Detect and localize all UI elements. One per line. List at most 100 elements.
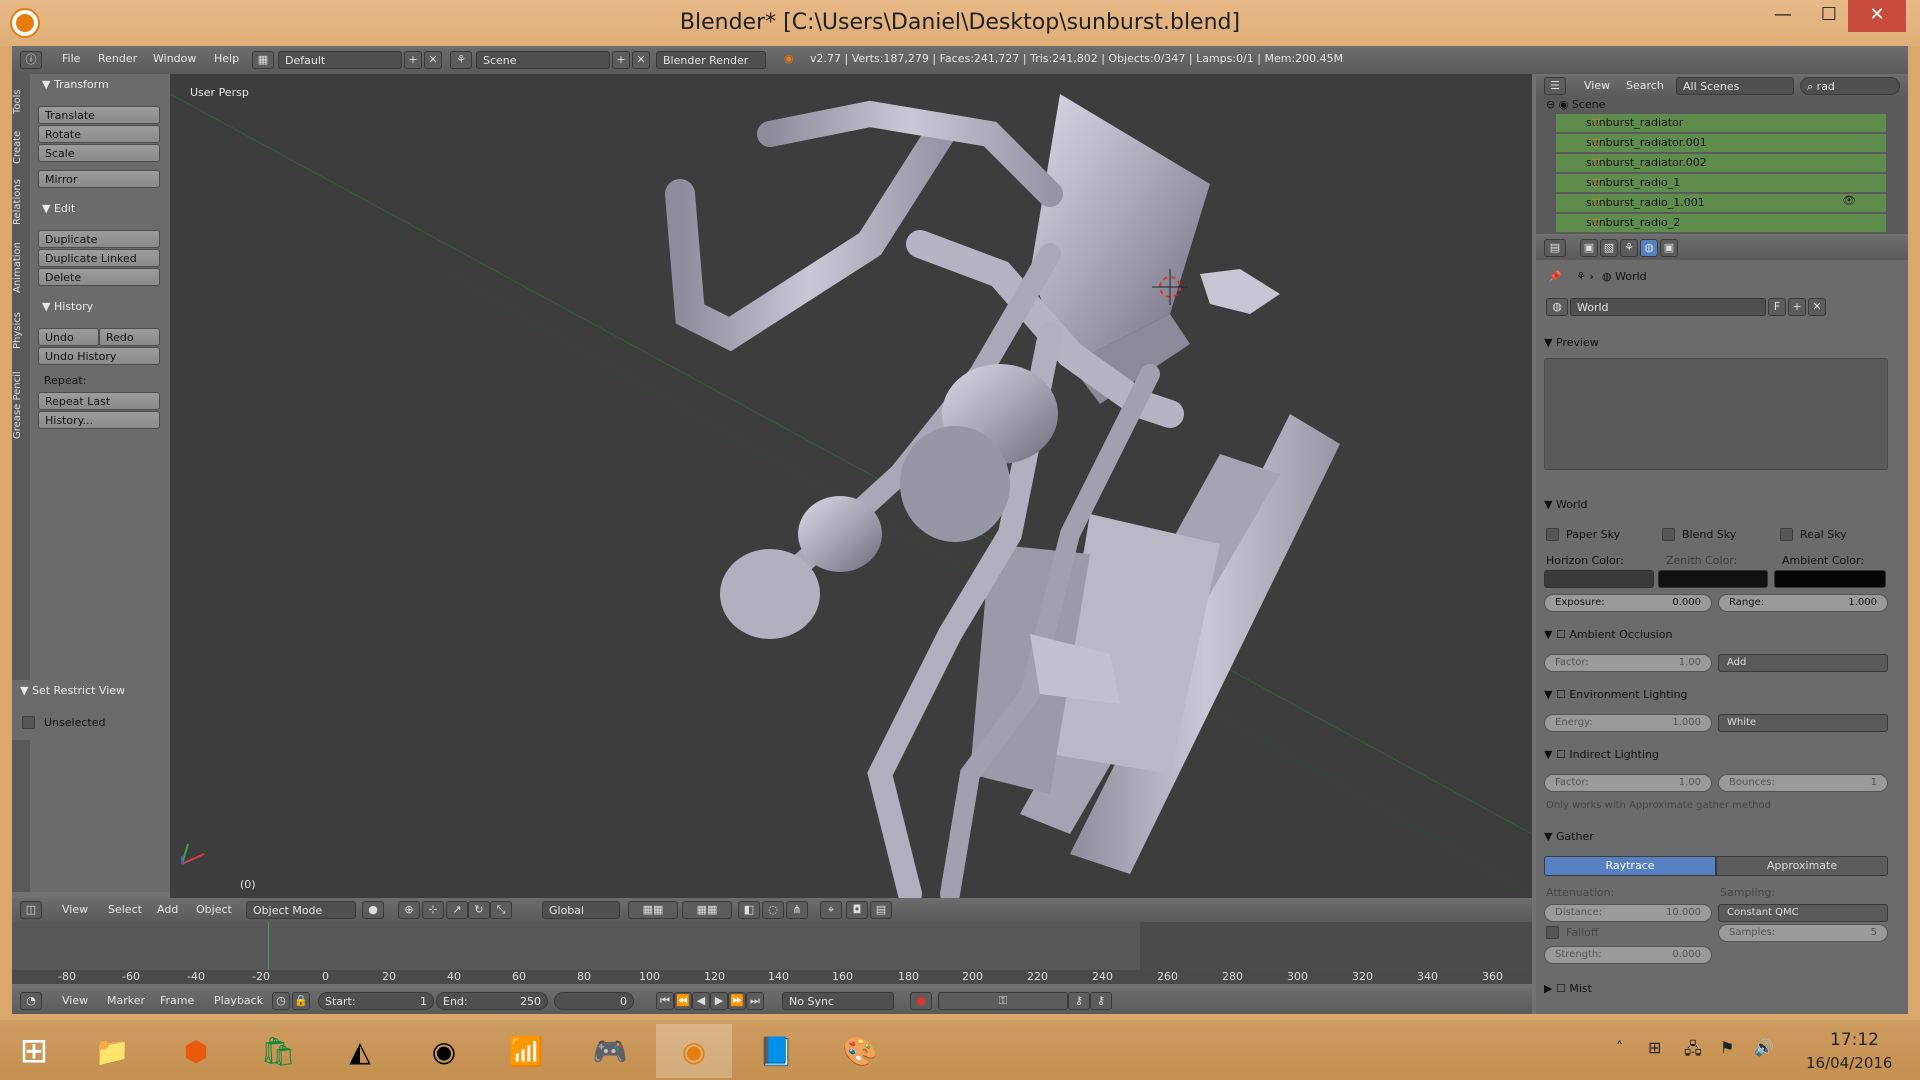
- paint-icon[interactable]: 🎨: [822, 1024, 898, 1078]
- outliner-item[interactable]: sunburst_radio_1: [1556, 174, 1886, 192]
- store-icon[interactable]: 🛍: [240, 1024, 316, 1078]
- timeline-menu-marker[interactable]: Marker: [107, 994, 145, 1007]
- env-lighting-panel-header[interactable]: ▼ ☐ Environment Lighting: [1544, 688, 1890, 701]
- paper-sky-checkbox[interactable]: [1546, 528, 1559, 541]
- layers-grid-1[interactable]: ▦▦: [628, 901, 678, 919]
- timeline[interactable]: -80 -60 -40 -20 0 20 40 60 80 100 120 14…: [12, 922, 1532, 984]
- menu-window[interactable]: Window: [153, 52, 196, 65]
- scene-field[interactable]: Scene: [476, 51, 610, 69]
- editor-type-icon[interactable]: ⓘ: [20, 51, 42, 69]
- snap-target-icon[interactable]: ⌖: [820, 901, 842, 919]
- delete-key-icon[interactable]: ⚷: [1090, 992, 1112, 1010]
- jump-start-icon[interactable]: ⏮: [656, 992, 674, 1010]
- pin-icon[interactable]: 📌: [1548, 270, 1562, 283]
- tab-grease-pencil[interactable]: Grease Pencil: [12, 360, 30, 450]
- approximate-toggle[interactable]: Approximate: [1716, 856, 1888, 876]
- ao-blend-dropdown[interactable]: Add: [1718, 654, 1888, 672]
- tab-animation[interactable]: Animation: [12, 234, 30, 302]
- scale-manipulator-icon[interactable]: ⤡: [490, 901, 512, 919]
- transform-panel-header[interactable]: ▼ Transform: [42, 78, 109, 91]
- outliner-menu-view[interactable]: View: [1584, 79, 1610, 92]
- prev-key-icon[interactable]: ⏪: [674, 992, 692, 1010]
- layout-close-icon[interactable]: ✕: [424, 51, 442, 69]
- strength-field[interactable]: Strength: 0.000: [1544, 946, 1712, 964]
- keying-set-field[interactable]: ⚿: [938, 992, 1068, 1010]
- restrict-view-header[interactable]: ▼ Set Restrict View: [20, 684, 125, 697]
- env-energy-field[interactable]: Energy: 1.000: [1544, 714, 1712, 732]
- ao-panel-header[interactable]: ▼ ☐ Ambient Occlusion: [1544, 628, 1890, 641]
- world-browse-icon[interactable]: ◍: [1546, 298, 1568, 316]
- samples-field[interactable]: Samples: 5: [1718, 924, 1888, 942]
- shading-icon[interactable]: ●: [362, 901, 384, 919]
- world-unlink-icon[interactable]: ✕: [1808, 298, 1826, 316]
- visibility-eye-icon[interactable]: 👁: [1842, 194, 1856, 207]
- lock-range-icon[interactable]: 🔒: [292, 992, 310, 1010]
- scene-close-icon[interactable]: ✕: [632, 51, 650, 69]
- outliner-search-input[interactable]: ⌕ rad: [1800, 77, 1900, 95]
- rotate-manipulator-icon[interactable]: ↻: [468, 901, 490, 919]
- record-icon[interactable]: ●: [910, 992, 932, 1010]
- jump-end-icon[interactable]: ⏭: [746, 992, 764, 1010]
- undo-history-button[interactable]: Undo History: [38, 347, 160, 365]
- play-icon[interactable]: ▶: [710, 992, 728, 1010]
- history-button[interactable]: History...: [38, 411, 160, 429]
- play-reverse-icon[interactable]: ◀: [692, 992, 710, 1010]
- indirect-factor-field[interactable]: Factor: 1.00: [1544, 774, 1712, 792]
- end-frame-field[interactable]: End: 250: [436, 992, 548, 1010]
- outliner-menu-search[interactable]: Search: [1626, 79, 1664, 92]
- preview-panel-header[interactable]: ▼ Preview: [1544, 336, 1890, 349]
- viewport-menu-select[interactable]: Select: [108, 903, 142, 916]
- tray-chevron-icon[interactable]: ˄: [1616, 1040, 1623, 1056]
- outliner-item[interactable]: sunburst_radiator.002: [1556, 154, 1886, 172]
- world-add-icon[interactable]: +: [1788, 298, 1806, 316]
- world-panel-header[interactable]: ▼ World: [1544, 498, 1890, 511]
- blender-taskbar-icon[interactable]: ◉: [656, 1024, 732, 1078]
- ubuntu-like-icon[interactable]: ⬢: [158, 1024, 234, 1078]
- delete-button[interactable]: Delete: [38, 268, 160, 286]
- viewport-menu-add[interactable]: Add: [157, 903, 178, 916]
- opengl-render-icon[interactable]: ▤: [870, 901, 892, 919]
- layers-grid-2[interactable]: ▦▦: [682, 901, 732, 919]
- outliner-editor-icon[interactable]: ☰: [1544, 77, 1566, 95]
- outliner-item[interactable]: sunburst_radiator: [1556, 114, 1886, 132]
- sampling-method-dropdown[interactable]: Constant QMC: [1718, 904, 1888, 922]
- tab-physics[interactable]: Physics: [12, 304, 30, 358]
- object-mode-dropdown[interactable]: Object Mode: [246, 901, 356, 919]
- repeat-last-button[interactable]: Repeat Last: [38, 392, 160, 410]
- timeline-editor-icon[interactable]: ◔: [20, 992, 42, 1010]
- manipulator-icon[interactable]: ⊹: [422, 901, 444, 919]
- maximize-button[interactable]: ☐: [1806, 0, 1852, 32]
- timeline-menu-view[interactable]: View: [62, 994, 88, 1007]
- scene-icon[interactable]: ⚘: [450, 51, 472, 69]
- start-button[interactable]: ⊞: [2, 1024, 66, 1078]
- raytrace-toggle[interactable]: Raytrace: [1544, 856, 1716, 876]
- tab-tools[interactable]: Tools: [12, 82, 30, 122]
- tray-windows-icon[interactable]: ⊞: [1648, 1038, 1661, 1057]
- duplicate-linked-button[interactable]: Duplicate Linked: [38, 249, 160, 267]
- wifi-app-icon[interactable]: 📶: [488, 1024, 564, 1078]
- notepad-icon[interactable]: 📘: [738, 1024, 814, 1078]
- outliner-item[interactable]: sunburst_radio_1.001: [1556, 194, 1886, 212]
- file-explorer-icon[interactable]: 📁: [74, 1024, 150, 1078]
- falloff-checkbox[interactable]: [1546, 926, 1559, 939]
- pivot-icon[interactable]: ⊕: [398, 901, 420, 919]
- preview-range-icon[interactable]: ◷: [272, 992, 290, 1010]
- ao-factor-field[interactable]: Factor: 1.00: [1544, 654, 1712, 672]
- render-tab-icon[interactable]: ▣: [1580, 239, 1598, 257]
- exposure-field[interactable]: Exposure: 0.000: [1544, 594, 1712, 612]
- bounces-field[interactable]: Bounces: 1: [1718, 774, 1888, 792]
- minimize-button[interactable]: —: [1760, 0, 1806, 32]
- clock-date[interactable]: 16/04/2016: [1806, 1054, 1892, 1072]
- mirror-button[interactable]: Mirror: [38, 170, 160, 188]
- tab-create[interactable]: Create: [12, 124, 30, 170]
- redo-button[interactable]: Redo: [99, 328, 160, 346]
- scene-tab-icon[interactable]: ⚘: [1620, 239, 1638, 257]
- outliner-item[interactable]: sunburst_radio_2: [1556, 214, 1886, 232]
- proportional-edit-icon[interactable]: ◌: [762, 901, 784, 919]
- tab-relations[interactable]: Relations: [12, 172, 30, 232]
- 3d-viewport[interactable]: User Persp (0): [170, 74, 1532, 898]
- current-frame-field[interactable]: 0: [554, 992, 634, 1010]
- action-center-icon[interactable]: ⚑: [1720, 1038, 1734, 1057]
- ambient-color-swatch[interactable]: [1774, 570, 1886, 588]
- indirect-lighting-panel-header[interactable]: ▼ ☐ Indirect Lighting: [1544, 748, 1890, 761]
